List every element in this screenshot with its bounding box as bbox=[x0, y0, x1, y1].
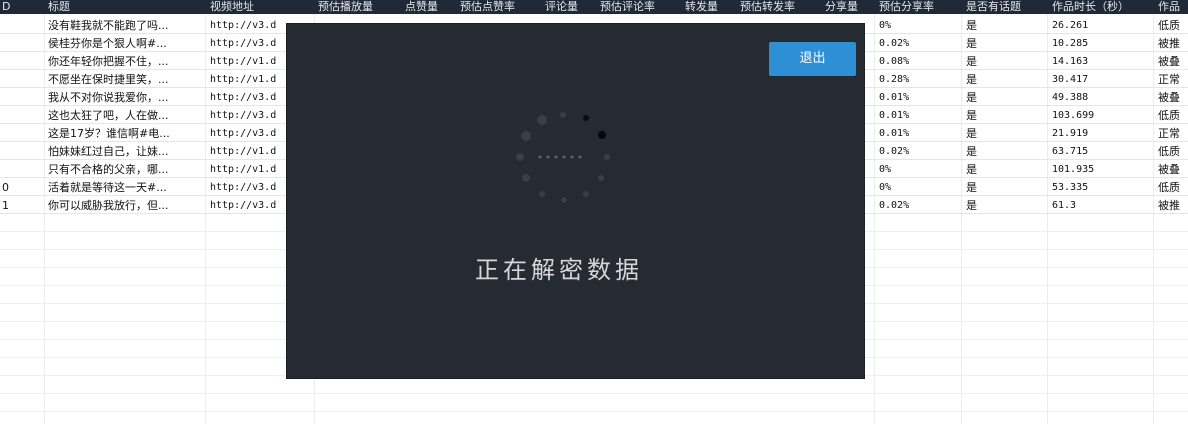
spinner-dot bbox=[598, 131, 606, 139]
spinner-dot bbox=[539, 191, 545, 197]
spinner-dot bbox=[522, 174, 530, 182]
spinner-dot bbox=[554, 155, 558, 159]
spinner-dot bbox=[604, 154, 610, 160]
spinner-dot bbox=[583, 191, 589, 197]
spinner-dot bbox=[560, 112, 566, 118]
spinner-dot bbox=[546, 155, 550, 159]
spinner-dot bbox=[538, 155, 542, 159]
spinner-dot bbox=[598, 175, 604, 181]
decrypting-message: 正在解密数据 bbox=[475, 256, 643, 284]
spinner-dot bbox=[578, 155, 582, 159]
spinner-dot bbox=[561, 197, 567, 203]
loading-spinner-icon bbox=[516, 112, 610, 203]
spinner-dot bbox=[570, 155, 574, 159]
spinner-dot bbox=[583, 115, 589, 121]
spinner-dot bbox=[516, 153, 524, 161]
spinner-dot bbox=[537, 115, 547, 125]
spinner-dot bbox=[521, 131, 531, 141]
spinner-dot bbox=[562, 155, 566, 159]
